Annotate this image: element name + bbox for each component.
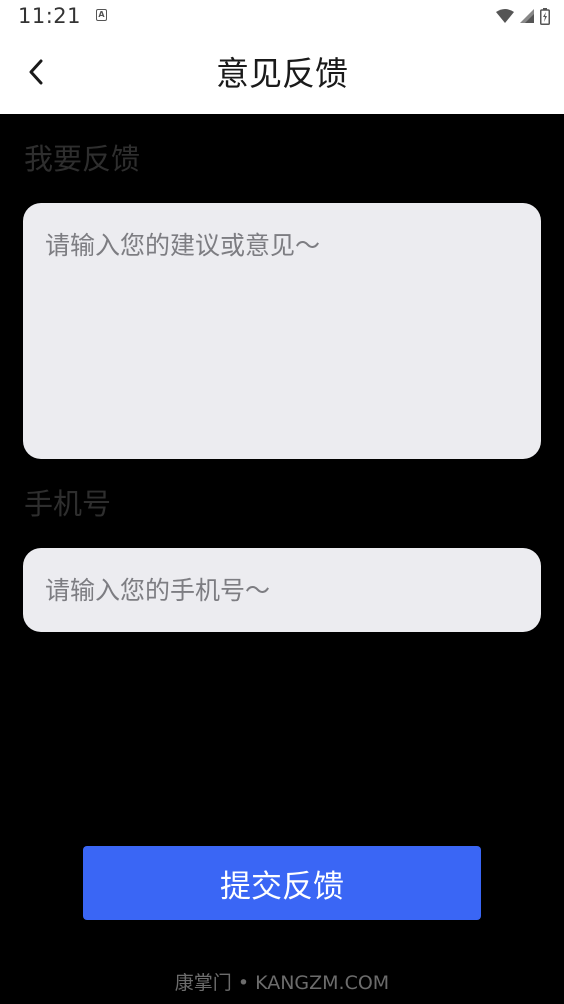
a-box-icon: A (96, 9, 107, 21)
phone-label: 手机号 (24, 487, 112, 521)
footer-brand: 康掌门 • KANGZM.COM (174, 972, 390, 994)
phone-box (23, 548, 541, 632)
signal-icon (520, 9, 534, 23)
status-time: 11:21 (18, 4, 82, 28)
app-header: 意见反馈 (0, 34, 564, 114)
wifi-icon (496, 9, 514, 23)
feedback-textarea[interactable] (23, 203, 541, 459)
status-bar: 11:21 A (0, 0, 564, 34)
feedback-box (23, 203, 541, 459)
battery-charging-icon (540, 7, 550, 25)
submit-feedback-button[interactable]: 提交反馈 (83, 846, 481, 920)
phone-input[interactable] (23, 548, 541, 632)
status-icons (496, 6, 550, 26)
feedback-label: 我要反馈 (24, 142, 141, 176)
page-title: 意见反馈 (216, 54, 348, 93)
